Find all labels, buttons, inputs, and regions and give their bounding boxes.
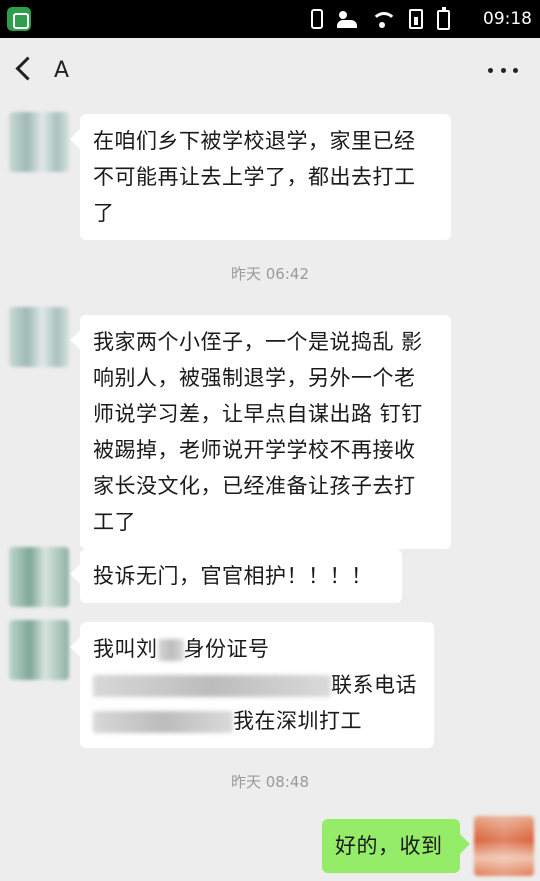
message-line: 我在深圳打工 [93, 703, 421, 739]
status-bar: 09:18 [0, 0, 540, 38]
battery-icon [437, 7, 450, 30]
avatar[interactable] [9, 620, 69, 680]
message-text: 联系电话 [331, 673, 417, 697]
redacted-text [93, 675, 331, 697]
chat-title: A [54, 58, 70, 83]
message-line: 师说学习差，让早点自谋出路 钉钉 [93, 402, 423, 426]
message-text: 我在深圳打工 [233, 709, 362, 733]
back-arrow-icon[interactable] [15, 56, 40, 81]
avatar[interactable] [9, 307, 69, 367]
message-line: 我家两个小侄子，一个是说捣乱 影 [93, 330, 423, 354]
message-bubble[interactable]: 投诉无门，官官相护！！！！ [80, 549, 402, 603]
message-line: 好的，收到 [335, 834, 443, 858]
timestamp: 昨天 06:42 [231, 265, 309, 283]
message-bubble[interactable]: 我叫刘 身份证号 联系电话 我在深圳打工 [80, 622, 434, 748]
status-icons [307, 7, 450, 30]
message-line: 了 [93, 201, 115, 225]
my-message-bubble[interactable]: 好的，收到 [322, 819, 460, 873]
message-bubble[interactable]: 在咱们乡下被学校退学，家里已经 不可能再让去上学了，都出去打工 了 [80, 114, 451, 240]
message-line: 家长没文化，已经准备让孩子去打 [93, 474, 416, 498]
avatar[interactable] [9, 547, 69, 607]
sim-card-icon [409, 9, 423, 29]
message-line: 不可能再让去上学了，都出去打工 [93, 165, 416, 189]
wifi-icon [371, 10, 395, 28]
contacts-icon [337, 9, 357, 29]
message-line: 响别人，被强制退学，另外一个老 [93, 366, 416, 390]
more-options-icon[interactable] [488, 68, 518, 74]
message-bubble[interactable]: 我家两个小侄子，一个是说捣乱 影 响别人，被强制退学，另外一个老 师说学习差，让… [80, 315, 451, 549]
app-notification-icon [7, 7, 31, 31]
message-text: 身份证号 [183, 637, 270, 661]
my-avatar[interactable] [474, 816, 534, 876]
message-text: 我叫刘 [93, 637, 158, 661]
message-line: 我叫刘 身份证号 [93, 631, 421, 667]
avatar[interactable] [9, 112, 69, 172]
message-line: 联系电话 [93, 667, 421, 703]
vibrate-icon [311, 9, 323, 29]
status-time: 09:18 [483, 9, 532, 29]
message-line: 投诉无门，官官相护！！！！ [93, 564, 373, 588]
redacted-text [93, 711, 233, 733]
timestamp: 昨天 08:48 [231, 773, 309, 791]
chat-header: A [0, 38, 540, 106]
message-line: 被踢掉，老师说开学学校不再接收 [93, 438, 416, 462]
message-line: 在咱们乡下被学校退学，家里已经 [93, 129, 416, 153]
redacted-text [157, 639, 184, 661]
message-line: 工了 [93, 510, 136, 534]
